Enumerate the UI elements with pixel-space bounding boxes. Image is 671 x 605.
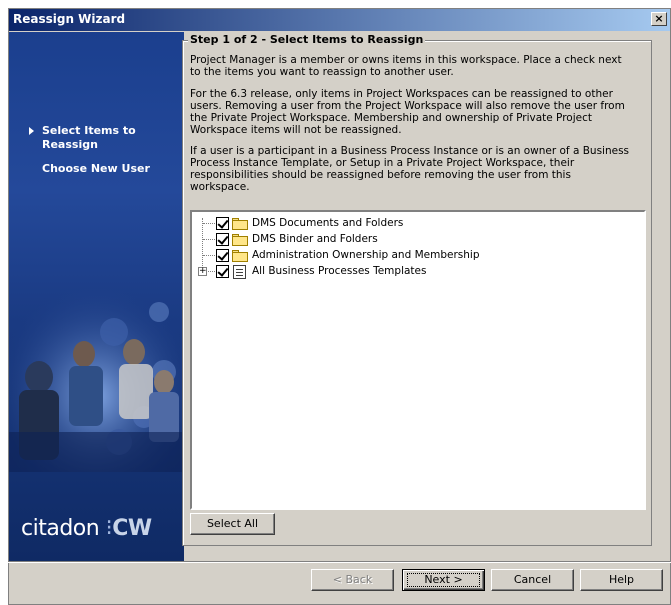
tree-item-label: All Business Processes Templates (252, 265, 427, 277)
tree-connector (203, 255, 215, 256)
instruction-text-2: For the 6.3 release, only items in Proje… (190, 88, 625, 136)
title-bar: Reassign Wizard × (9, 9, 670, 31)
back-button[interactable]: < Back (311, 569, 394, 591)
current-step-arrow-icon (29, 127, 34, 135)
folder-icon (232, 250, 248, 262)
select-all-button[interactable]: Select All (190, 513, 275, 535)
focus-rectangle (407, 573, 480, 587)
business-people-image (9, 282, 184, 472)
tree-connector (203, 223, 215, 224)
folder-icon (232, 218, 248, 230)
tree-item-label: DMS Documents and Folders (252, 217, 404, 229)
tree-item-dms-documents[interactable]: DMS Documents and Folders (192, 216, 632, 232)
sidebar-step-choose-user: Choose New User (42, 162, 150, 175)
checkbox-dms-documents[interactable] (216, 217, 229, 230)
help-button[interactable]: Help (580, 569, 663, 591)
checkbox-business-processes[interactable] (216, 265, 229, 278)
step-title: Step 1 of 2 - Select Items to Reassign (188, 33, 426, 46)
tree-item-label: DMS Binder and Folders (252, 233, 378, 245)
tree-item-business-processes[interactable]: + All Business Processes Templates (192, 264, 632, 280)
instruction-text-3: If a user is a participant in a Business… (190, 145, 630, 193)
tree-connector (208, 271, 215, 272)
tree-connector (203, 239, 215, 240)
sidebar-step-select-items: Select Items to Reassign (42, 124, 136, 151)
checkbox-administration[interactable] (216, 249, 229, 262)
tree-item-label: Administration Ownership and Membership (252, 249, 480, 261)
tree-item-administration[interactable]: Administration Ownership and Membership (192, 248, 632, 264)
folder-icon (232, 234, 248, 246)
logo-text: citadon (21, 516, 100, 541)
wizard-sidebar: Select Items to Reassign Choose New User (9, 32, 184, 562)
citadon-cw-logo: citadon ⁝CW (21, 516, 152, 541)
expand-plus-icon[interactable]: + (198, 267, 207, 276)
close-button[interactable]: × (651, 12, 667, 26)
cancel-button[interactable]: Cancel (491, 569, 574, 591)
window-title: Reassign Wizard (13, 12, 126, 26)
footer-separator (8, 561, 671, 563)
logo-suffix: CW (112, 516, 152, 541)
tree-item-dms-binder[interactable]: DMS Binder and Folders (192, 232, 632, 248)
items-tree[interactable]: DMS Documents and Folders DMS Binder and… (190, 210, 646, 510)
document-icon (233, 265, 246, 279)
instruction-text-1: Project Manager is a member or owns item… (190, 54, 622, 78)
next-button[interactable]: Next > (402, 569, 485, 591)
checkbox-dms-binder[interactable] (216, 233, 229, 246)
